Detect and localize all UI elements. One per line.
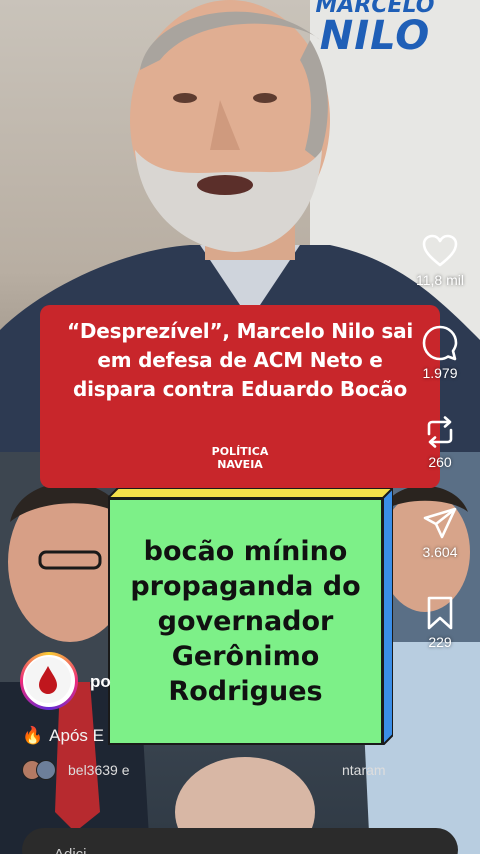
share-count: 3.604 (422, 544, 458, 560)
send-icon (423, 507, 457, 539)
caption[interactable]: 🔥 Após E (22, 726, 104, 746)
comment-icon (422, 325, 458, 361)
repost-count: 260 (428, 454, 452, 470)
text-sticker: bocão mínino propaganda do governador Ge… (108, 488, 393, 745)
save-button[interactable]: 229 (410, 596, 470, 650)
sticker-face: bocão mínino propaganda do governador Ge… (108, 498, 383, 745)
headline-card: “Desprezível”, Marcelo Nilo sai em defes… (40, 305, 440, 488)
headline-text: “Desprezível”, Marcelo Nilo sai em defes… (66, 319, 414, 401)
publisher-logo: POLÍTICA NAVEIA (40, 445, 440, 471)
publisher-logo-line1: POLÍTICA (211, 445, 269, 458)
avatar-inner (23, 655, 75, 707)
like-button[interactable]: 11,8 mil (410, 234, 470, 288)
save-count: 229 (428, 634, 452, 650)
liked-by-row[interactable]: bel3639 e ntaram (22, 760, 402, 782)
share-button[interactable]: 3.604 (410, 506, 470, 560)
heart-icon (422, 234, 458, 267)
liked-tail-text: ntaram (342, 762, 386, 778)
creator-username[interactable]: po (90, 672, 111, 692)
fire-emoji: 🔥 (22, 726, 44, 745)
comment-button[interactable]: 1.979 (410, 325, 470, 381)
caption-text: Após E (49, 726, 104, 745)
bookmark-icon (427, 596, 453, 630)
add-comment-bar[interactable]: Adici (22, 828, 458, 854)
repost-button[interactable]: 260 (410, 414, 470, 470)
comment-placeholder: Adici (54, 846, 87, 854)
liked-connector: e (121, 762, 130, 778)
publisher-logo-line2: NAVEIA (217, 458, 263, 471)
liker-avatar-2 (36, 760, 56, 780)
repost-icon (427, 416, 453, 448)
liker-name: bel3639 e (68, 762, 130, 778)
like-count: 11,8 mil (416, 272, 464, 288)
sticker-text: bocão mínino propaganda do governador Ge… (130, 536, 361, 707)
creator-avatar[interactable] (20, 652, 78, 710)
blood-drop-icon (25, 657, 71, 703)
liker-username: bel3639 (68, 762, 118, 778)
comment-count: 1.979 (422, 365, 458, 381)
